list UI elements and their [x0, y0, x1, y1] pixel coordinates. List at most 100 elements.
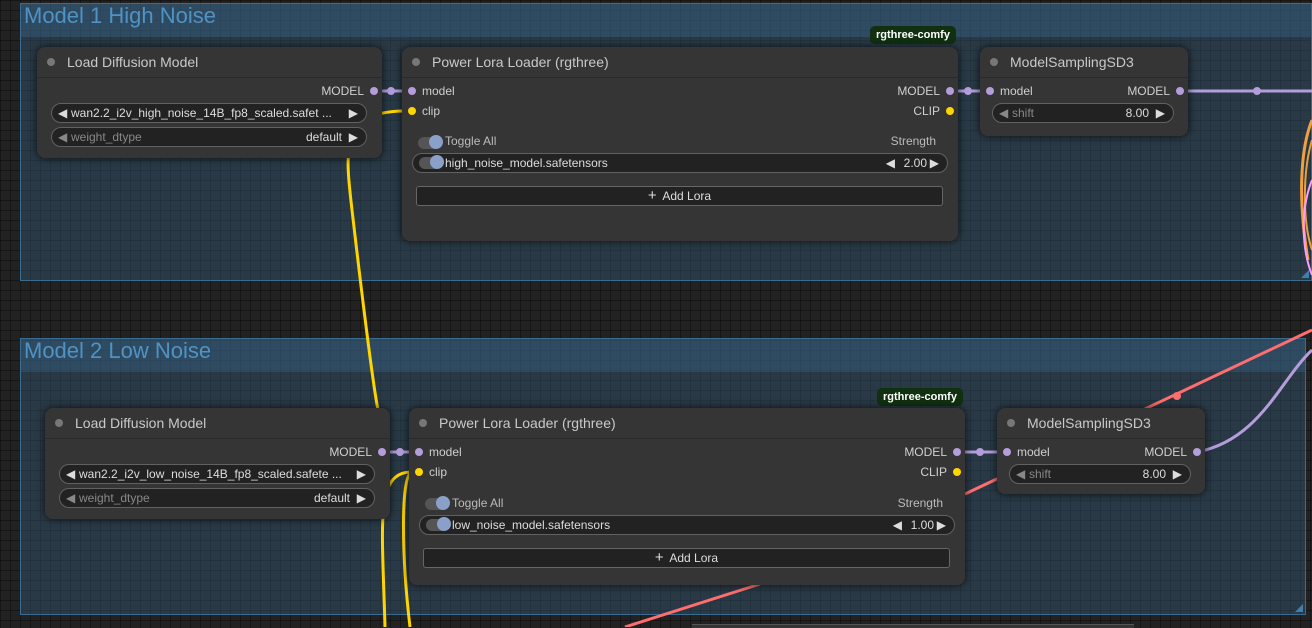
clip-input-dot-icon[interactable] — [415, 468, 423, 476]
strength-header: Strength — [890, 134, 936, 148]
model-output-dot-icon[interactable] — [370, 87, 378, 95]
slot-label: clip — [429, 465, 448, 479]
node-load-diffusion-model-high[interactable]: Load Diffusion Model MODEL ◀ wan2.2_i2v_… — [37, 47, 382, 158]
lora-name[interactable]: low_noise_model.safetensors — [452, 516, 610, 534]
rgthree-badge: rgthree-comfy — [870, 26, 956, 44]
decrement-icon[interactable]: ◀ — [999, 104, 1008, 122]
node-title[interactable]: Load Diffusion Model — [37, 47, 382, 78]
orange-wire — [1303, 139, 1312, 251]
model-input-dot-icon[interactable] — [1003, 448, 1011, 456]
clip-output-dot-icon[interactable] — [953, 468, 961, 476]
clip-output-dot-icon[interactable] — [946, 107, 954, 115]
toggle-knob-icon — [429, 135, 443, 149]
model-output-dot-icon[interactable] — [378, 448, 386, 456]
node-title[interactable]: Power Lora Loader (rgthree) — [402, 47, 958, 78]
node-model-sampling-sd3-low[interactable]: ModelSamplingSD3 model MODEL ◀ shift 8.0… — [997, 408, 1205, 494]
node-title[interactable]: ModelSamplingSD3 — [997, 408, 1205, 439]
add-lora-button[interactable]: + Add Lora — [423, 548, 950, 568]
collapse-dot-icon[interactable] — [55, 419, 63, 427]
input-slot-clip[interactable]: clip — [404, 103, 440, 119]
node-power-lora-loader-high[interactable]: Power Lora Loader (rgthree) model clip M… — [402, 47, 958, 241]
slot-label: MODEL — [1127, 84, 1170, 98]
lora-enable-switch[interactable] — [419, 155, 444, 169]
model-input-dot-icon[interactable] — [408, 87, 416, 95]
decrement-icon[interactable]: ◀ — [1016, 465, 1025, 483]
slot-label: MODEL — [1144, 445, 1187, 459]
toggle-all-switch[interactable] — [418, 135, 443, 149]
node-title[interactable]: ModelSamplingSD3 — [980, 47, 1188, 78]
strength-decrement-icon[interactable]: ◀ — [893, 516, 902, 534]
right-arrow-icon[interactable]: ▶ — [357, 465, 366, 483]
node-model-sampling-sd3-high[interactable]: ModelSamplingSD3 model MODEL ◀ shift 8.0… — [980, 47, 1188, 136]
add-lora-button[interactable]: + Add Lora — [416, 186, 943, 206]
output-slot-model[interactable]: MODEL — [321, 83, 382, 99]
right-arrow-icon[interactable]: ▶ — [349, 128, 358, 146]
strength-increment-icon[interactable]: ▶ — [937, 516, 946, 534]
clip-input-dot-icon[interactable] — [408, 107, 416, 115]
slot-label: model — [1017, 445, 1050, 459]
output-slot-clip[interactable]: CLIP — [913, 103, 958, 119]
input-slot-clip[interactable]: clip — [411, 464, 447, 480]
lora-name[interactable]: high_noise_model.safetensors — [445, 154, 608, 172]
model-output-dot-icon[interactable] — [1193, 448, 1201, 456]
output-slot-model[interactable]: MODEL — [1144, 444, 1205, 460]
right-arrow-icon[interactable]: ▶ — [349, 104, 358, 122]
increment-icon[interactable]: ▶ — [1156, 104, 1165, 122]
collapse-dot-icon[interactable] — [412, 58, 420, 66]
node-load-diffusion-model-low[interactable]: Load Diffusion Model MODEL ◀ wan2.2_i2v_… — [45, 408, 390, 519]
left-arrow-icon[interactable]: ◀ — [66, 465, 75, 483]
model-output-dot-icon[interactable] — [953, 448, 961, 456]
unet-name-combo[interactable]: ◀ wan2.2_i2v_low_noise_14B_fp8_scaled.sa… — [59, 464, 375, 484]
lora-strength[interactable]: 2.00 — [904, 154, 927, 172]
combo-value: default — [305, 130, 342, 144]
weight-dtype-combo[interactable]: ◀ weight_dtype default ▶ — [59, 488, 375, 508]
toggle-all-switch[interactable] — [425, 496, 450, 510]
output-slot-model[interactable]: MODEL — [1127, 83, 1188, 99]
lora-enable-switch[interactable] — [426, 517, 451, 531]
output-slot-clip[interactable]: CLIP — [920, 464, 965, 480]
slot-label: model — [422, 84, 455, 98]
left-arrow-icon[interactable]: ◀ — [58, 104, 67, 122]
input-slot-model[interactable]: model — [982, 83, 1033, 99]
unet-name-combo[interactable]: ◀ wan2.2_i2v_high_noise_14B_fp8_scaled.s… — [51, 103, 367, 123]
left-arrow-icon[interactable]: ◀ — [58, 128, 67, 146]
model-input-dot-icon[interactable] — [986, 87, 994, 95]
output-slot-model[interactable]: MODEL — [329, 444, 390, 460]
input-slot-model[interactable]: model — [404, 83, 455, 99]
output-slot-model[interactable]: MODEL — [904, 444, 965, 460]
node-title[interactable]: Load Diffusion Model — [45, 408, 390, 439]
collapse-dot-icon[interactable] — [419, 419, 427, 427]
slot-label: model — [1000, 84, 1033, 98]
toggle-knob-icon — [437, 517, 451, 531]
output-slot-model[interactable]: MODEL — [897, 83, 958, 99]
widget-value: 8.00 — [1142, 467, 1166, 481]
collapse-dot-icon[interactable] — [990, 58, 998, 66]
strength-increment-icon[interactable]: ▶ — [930, 154, 939, 172]
plus-icon: + — [654, 549, 664, 566]
collapse-dot-icon[interactable] — [1007, 419, 1015, 427]
node-power-lora-loader-low[interactable]: Power Lora Loader (rgthree) model clip M… — [409, 408, 965, 585]
left-arrow-icon[interactable]: ◀ — [66, 489, 75, 507]
node-title[interactable]: Power Lora Loader (rgthree) — [409, 408, 965, 439]
node-title-text: Power Lora Loader (rgthree) — [439, 415, 616, 431]
toggle-all-label: Toggle All — [452, 496, 504, 510]
input-slot-model[interactable]: model — [999, 444, 1050, 460]
weight-dtype-combo[interactable]: ◀ weight_dtype default ▶ — [51, 127, 367, 147]
combo-value: default — [313, 491, 350, 505]
increment-icon[interactable]: ▶ — [1173, 465, 1182, 483]
node-partial-offscreen[interactable] — [692, 624, 1134, 628]
input-slot-model[interactable]: model — [411, 444, 462, 460]
lora-row[interactable]: low_noise_model.safetensors ◀ 1.00 ▶ — [419, 515, 955, 535]
lora-row[interactable]: high_noise_model.safetensors ◀ 2.00 ▶ — [412, 153, 948, 173]
collapse-dot-icon[interactable] — [47, 58, 55, 66]
shift-number-widget[interactable]: ◀ shift 8.00 ▶ — [1009, 464, 1191, 484]
strength-decrement-icon[interactable]: ◀ — [886, 154, 895, 172]
model-input-dot-icon[interactable] — [415, 448, 423, 456]
model-output-dot-icon[interactable] — [1176, 87, 1184, 95]
shift-number-widget[interactable]: ◀ shift 8.00 ▶ — [992, 103, 1174, 123]
model-output-dot-icon[interactable] — [946, 87, 954, 95]
lora-strength[interactable]: 1.00 — [911, 516, 934, 534]
node-title-text: ModelSamplingSD3 — [1010, 54, 1134, 70]
toggle-knob-icon — [430, 155, 444, 169]
right-arrow-icon[interactable]: ▶ — [357, 489, 366, 507]
